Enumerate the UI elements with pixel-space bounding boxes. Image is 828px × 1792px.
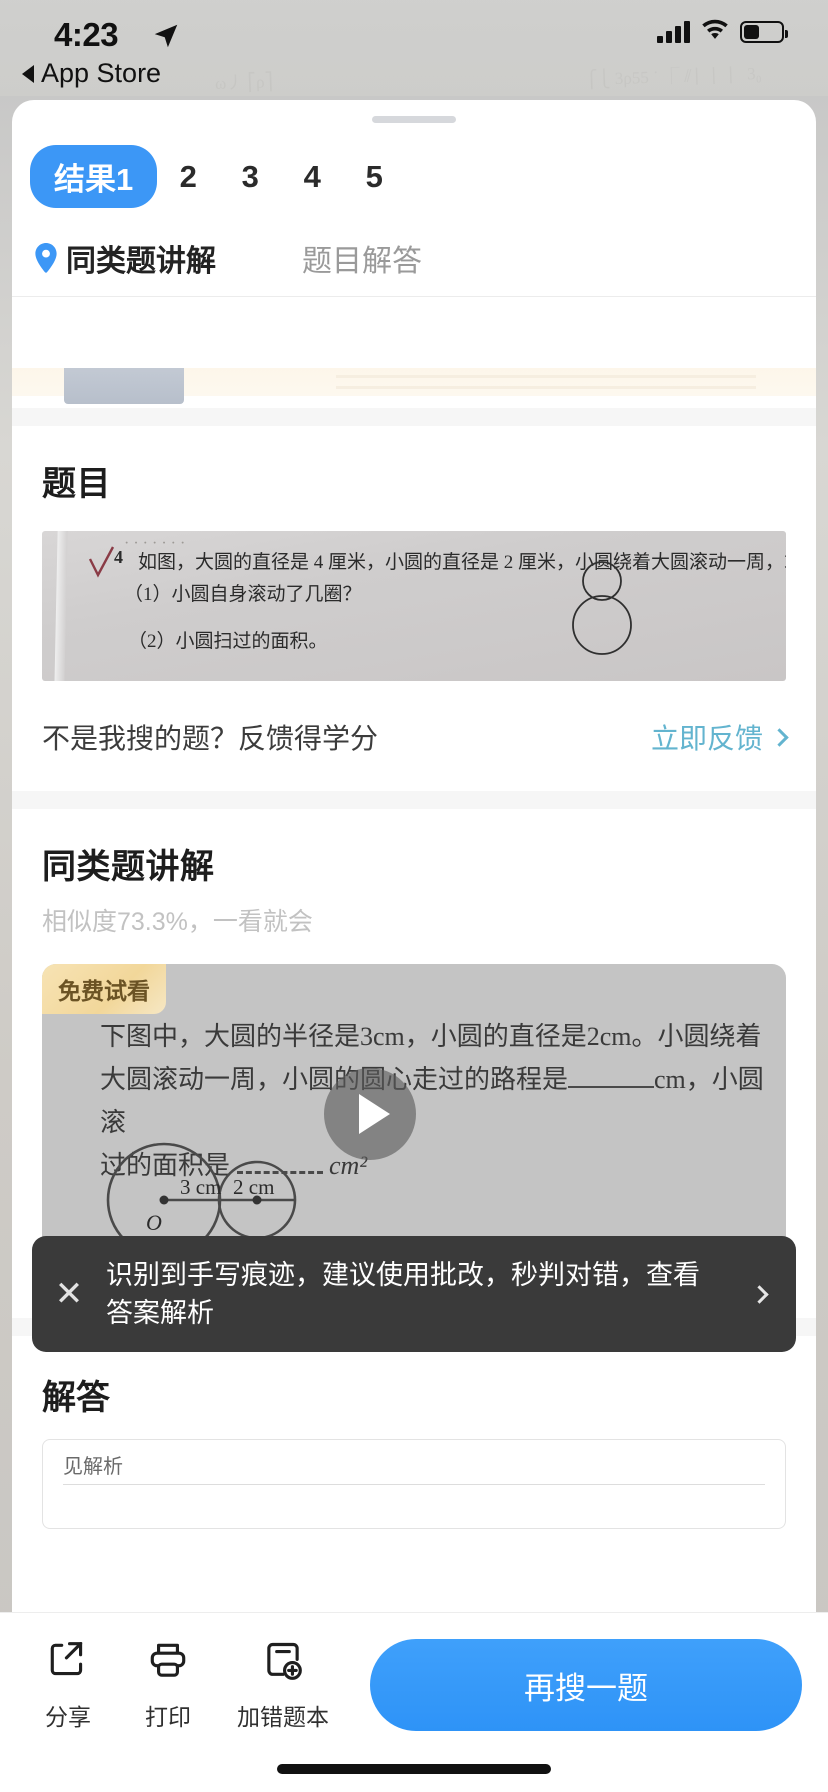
svg-text:O: O: [146, 1210, 162, 1235]
search-again-button[interactable]: 再搜一题: [370, 1639, 802, 1731]
close-icon[interactable]: ✕: [32, 1274, 106, 1314]
add-to-notebook-icon: [261, 1639, 305, 1688]
handwriting-check-mark: [86, 545, 115, 579]
result-tab-2[interactable]: 2: [157, 153, 219, 201]
free-trial-badge: 免费试看: [42, 964, 166, 1014]
back-to-app-store-button[interactable]: App Store: [22, 58, 161, 89]
paper-edge: [54, 531, 68, 681]
section-gap: [12, 408, 816, 426]
location-pin-icon: [34, 243, 58, 273]
add-to-notebook-label: 加错题本: [237, 1704, 329, 1730]
page-title-similar: 同类题讲解: [42, 848, 215, 886]
share-icon: [46, 1639, 90, 1688]
blank-underline: [568, 1085, 655, 1088]
print-button[interactable]: 打印: [118, 1639, 218, 1732]
battery-icon: [740, 21, 788, 43]
sheet-drag-handle[interactable]: [372, 116, 456, 123]
result-tab-1[interactable]: 结果1: [30, 145, 158, 208]
location-arrow-icon: [151, 21, 181, 56]
feedback-prompt: 不是我搜的题？反馈得学分: [42, 723, 379, 754]
status-bar-indicators: [657, 18, 788, 46]
similarity-note: 相似度73.3%，一看就会: [42, 908, 313, 936]
clipped-previous-card: [12, 368, 816, 408]
answer-box: 见解析: [42, 1439, 786, 1529]
handwriting-toast[interactable]: ✕ 识别到手写痕迹，建议使用批改，秒判对错，查看答案解析: [32, 1236, 796, 1352]
result-sheet: 结果1 2 3 4 5 同类题讲解 题目解答 题目 · · · · · · · …: [12, 100, 816, 1792]
divider: [12, 296, 816, 297]
video-text-line-1: 下图中，大圆的半径是3cm，小圆的直径是2cm。小圆绕着: [100, 1022, 762, 1051]
status-bar-time: 4:23: [54, 16, 119, 53]
feedback-row: 不是我搜的题？反馈得学分 立即反馈: [12, 681, 816, 791]
back-label: App Store: [41, 58, 162, 88]
sub-tab-similar-lesson[interactable]: 同类题讲解: [34, 236, 216, 280]
print-label: 打印: [145, 1704, 191, 1730]
share-button[interactable]: 分享: [18, 1639, 118, 1732]
question-scan-image[interactable]: · · · · · · · 4 如图，大圆的直径是 4 厘米，小圆的直径是 2 …: [42, 531, 786, 681]
sub-tab-label: 同类题讲解: [66, 245, 216, 278]
feedback-link-label: 立即反馈: [650, 723, 763, 754]
sub-tab-label: 题目解答: [302, 245, 422, 278]
home-indicator: [277, 1764, 551, 1774]
result-tab-bar: 结果1 2 3 4 5: [12, 123, 816, 208]
scan-line-3: （2）小圆扫过的面积。: [128, 631, 328, 652]
sub-tab-answer[interactable]: 题目解答: [302, 236, 422, 280]
content-scroll-area[interactable]: 题目 · · · · · · · 4 如图，大圆的直径是 4 厘米，小圆的直径是…: [12, 368, 816, 1792]
cellular-bars-icon: [657, 21, 690, 43]
result-tab-4[interactable]: 4: [281, 153, 343, 201]
question-diagram: [556, 559, 640, 664]
chevron-right-icon[interactable]: [736, 1284, 782, 1304]
play-icon[interactable]: [324, 1068, 416, 1160]
section-gap: [12, 791, 816, 809]
result-tab-3[interactable]: 3: [219, 153, 281, 201]
chevron-right-icon: [770, 727, 789, 747]
printer-icon: [146, 1639, 190, 1688]
scan-line-2: （1）小圆自身滚动了几圈？: [124, 584, 362, 605]
page-title-question: 题目: [42, 465, 111, 503]
wifi-icon: [700, 18, 730, 46]
result-tab-5[interactable]: 5: [343, 153, 405, 201]
phone-screen: ω丿 ⎡ρ⎤ ⎧⎩ 3ρ55 ˙ ⎾ ⫽ ⎸⎸⎸3₀ 4:23 App Stor…: [0, 0, 828, 1792]
svg-text:3 cm: 3 cm: [180, 1175, 221, 1199]
answer-see-analysis-label: 见解析: [63, 1456, 123, 1478]
answer-rule-line: [63, 1484, 765, 1485]
sub-tab-bar: 同类题讲解 题目解答: [12, 208, 816, 280]
svg-text:2 cm: 2 cm: [233, 1175, 274, 1199]
share-label: 分享: [45, 1704, 91, 1730]
scan-line-1: 如图，大圆的直径是 4 厘米，小圆的直径是 2 厘米，小圆绕着大圆滚动一周，求：: [138, 552, 786, 573]
back-triangle-icon: [22, 64, 34, 83]
add-to-notebook-button[interactable]: 加错题本: [218, 1639, 348, 1732]
toast-message: 识别到手写痕迹，建议使用批改，秒判对错，查看答案解析: [106, 1259, 700, 1328]
clipped-thumbnail: [64, 368, 184, 404]
clipped-banner-text: [336, 368, 756, 390]
play-triangle: [358, 1094, 390, 1134]
feedback-link-button[interactable]: 立即反馈: [650, 717, 789, 757]
